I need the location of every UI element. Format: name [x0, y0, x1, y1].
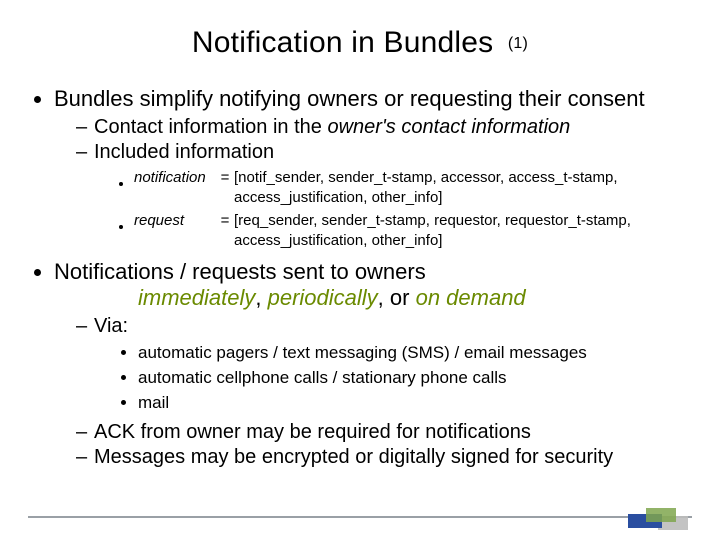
- sub-1-text: Contact information in the: [94, 116, 327, 138]
- bullet-2: Notifications / requests sent to owners: [54, 259, 692, 285]
- eq-1: =: [216, 168, 234, 188]
- sub-encrypt-text: Messages may be encrypted or digitally s…: [94, 446, 613, 468]
- sub-2-text: Included information: [94, 141, 274, 163]
- bullet-list-level1: Bundles simplify notifying owners or req…: [28, 86, 692, 285]
- footer-logo: [628, 508, 692, 530]
- mode-1: immediately: [138, 285, 255, 310]
- slide: Notification in Bundles (1) Bundles simp…: [0, 0, 720, 540]
- title-sub: (1): [508, 35, 528, 52]
- bullet-1: Bundles simplify notifying owners or req…: [54, 86, 692, 251]
- term-1: notification: [134, 168, 216, 188]
- val-1b: access_justification, other_info]: [234, 188, 618, 208]
- bullet-list-level2: Contact information in the owner's conta…: [54, 116, 692, 251]
- slide-title: Notification in Bundles (1): [28, 26, 692, 60]
- val-2b: access_justification, other_info]: [234, 231, 631, 251]
- bullet-2-children-wrap: Via: automatic pagers / text messaging (…: [28, 315, 692, 469]
- eq-2: =: [216, 211, 234, 231]
- val-1a: [notif_sender, sender_t-stamp, accessor,…: [234, 168, 618, 188]
- via-list: automatic pagers / text messaging (SMS) …: [94, 342, 692, 415]
- via-2: automatic cellphone calls / stationary p…: [138, 367, 692, 390]
- def-notification: notification = [notif_sender, sender_t-s…: [134, 168, 692, 209]
- val-2a: [req_sender, sender_t-stamp, requestor, …: [234, 211, 631, 231]
- via-1: automatic pagers / text messaging (SMS) …: [138, 342, 692, 365]
- sub-encrypt: Messages may be encrypted or digitally s…: [76, 446, 692, 469]
- sub-2: Included information notification = [not…: [76, 141, 692, 251]
- sub-ack: ACK from owner may be required for notif…: [76, 421, 692, 444]
- def-table-2: request = [req_sender, sender_t-stamp, r…: [134, 211, 631, 252]
- sep-1: ,: [255, 285, 267, 310]
- mode-2: periodically: [268, 285, 378, 310]
- title-text: Notification in Bundles: [192, 26, 493, 59]
- term-2: request: [134, 211, 216, 231]
- footer-decoration: [0, 502, 720, 530]
- footer-line: [28, 516, 692, 518]
- sub-via-text: Via:: [94, 315, 128, 337]
- mode-3: on demand: [416, 285, 526, 310]
- def-table-1: notification = [notif_sender, sender_t-s…: [134, 168, 618, 209]
- sub-ack-text: ACK from owner may be required for notif…: [94, 421, 531, 443]
- bullet-2-text: Notifications / requests sent to owners: [54, 259, 426, 284]
- bullet-list-level3: notification = [notif_sender, sender_t-s…: [94, 168, 692, 251]
- wrap-li: Via: automatic pagers / text messaging (…: [54, 315, 692, 469]
- bullet-list-level2b: Via: automatic pagers / text messaging (…: [54, 315, 692, 469]
- sep-2: , or: [378, 285, 416, 310]
- sub-1-em: owner's contact information: [327, 116, 570, 138]
- modes-line: immediately, periodically, or on demand: [138, 285, 692, 311]
- sub-via: Via: automatic pagers / text messaging (…: [76, 315, 692, 415]
- via-3: mail: [138, 392, 692, 415]
- bullet-1-text: Bundles simplify notifying owners or req…: [54, 86, 645, 111]
- def-request: request = [req_sender, sender_t-stamp, r…: [134, 211, 692, 252]
- sub-1: Contact information in the owner's conta…: [76, 116, 692, 139]
- logo-block-green: [646, 508, 676, 522]
